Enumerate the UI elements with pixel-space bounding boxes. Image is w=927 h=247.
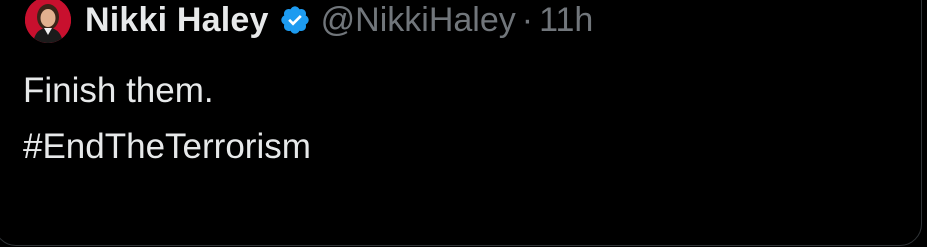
tweet-timestamp[interactable]: 11h	[539, 1, 593, 40]
tweet-card[interactable]: Nikki Haley @NikkiHaley · 11h Finish the…	[0, 0, 922, 246]
verified-badge-icon	[279, 4, 311, 36]
tweet-text-line: Finish them.	[23, 71, 214, 110]
avatar[interactable]	[25, 0, 71, 43]
separator-dot: ·	[521, 0, 534, 39]
screenshot-frame: Nikki Haley @NikkiHaley · 11h Finish the…	[0, 0, 927, 247]
tweet-header: Nikki Haley @NikkiHaley · 11h	[25, 0, 593, 45]
hashtag-link[interactable]: #EndTheTerrorism	[23, 119, 311, 175]
author-display-name[interactable]: Nikki Haley	[85, 1, 269, 40]
author-handle[interactable]: @NikkiHaley	[321, 1, 516, 40]
avatar-photo	[25, 0, 71, 43]
tweet-text: Finish them. #EndTheTerrorism	[23, 63, 311, 175]
